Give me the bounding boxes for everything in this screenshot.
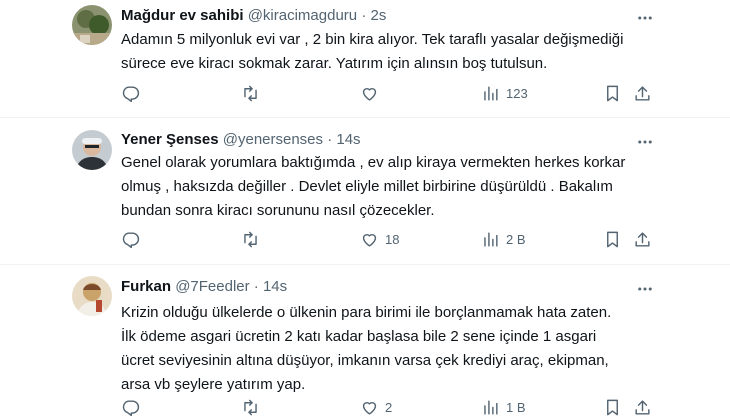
views-count: 1 B xyxy=(506,400,526,415)
reply-button[interactable] xyxy=(121,84,146,103)
more-icon[interactable] xyxy=(636,133,654,151)
heart-icon xyxy=(362,88,377,101)
reply-button[interactable] xyxy=(121,398,146,417)
tweet-header: Furkan @7Feedler · 14s xyxy=(121,277,287,297)
tweet-header: Yener Şenses @yenersenses · 14s xyxy=(121,130,361,150)
share-icon xyxy=(635,86,650,101)
bookmark-button[interactable] xyxy=(603,230,622,249)
reply-icon xyxy=(122,400,140,417)
retweet-button[interactable] xyxy=(241,230,266,249)
bookmark-button[interactable] xyxy=(603,84,622,103)
tweet-actions: 18 2 B xyxy=(121,230,661,250)
separator: · xyxy=(253,278,259,295)
tweet[interactable]: Yener Şenses @yenersenses · 14s Genel ol… xyxy=(0,118,730,264)
like-count: 18 xyxy=(385,232,400,247)
views-button[interactable]: 1 B xyxy=(481,398,526,417)
like-count: 2 xyxy=(385,400,393,415)
user-handle[interactable]: @kiracimagduru xyxy=(248,7,357,24)
views-icon xyxy=(484,400,498,415)
retweet-icon xyxy=(244,399,257,416)
separator: · xyxy=(361,7,367,24)
avatar[interactable] xyxy=(72,130,112,170)
reply-button[interactable] xyxy=(121,230,146,249)
like-button[interactable]: 2 xyxy=(360,398,392,417)
avatar[interactable] xyxy=(72,5,112,45)
retweet-button[interactable] xyxy=(241,398,266,417)
user-name[interactable]: Yener Şenses xyxy=(121,131,219,148)
views-count: 123 xyxy=(506,86,528,101)
share-button[interactable] xyxy=(633,84,652,103)
user-name[interactable]: Mağdur ev sahibi xyxy=(121,7,244,24)
views-button[interactable]: 123 xyxy=(481,84,528,103)
views-icon xyxy=(484,232,498,247)
more-icon[interactable] xyxy=(636,280,654,298)
tweet[interactable]: Furkan @7Feedler · 14s Krizin olduğu ülk… xyxy=(0,265,730,420)
tweet-text: Krizin olduğu ülkelerde o ülkenin para b… xyxy=(121,304,612,393)
tweet-actions: 123 xyxy=(121,84,661,104)
separator: · xyxy=(327,131,333,148)
timestamp[interactable]: 14s xyxy=(336,131,360,148)
more-icon[interactable] xyxy=(636,9,654,27)
user-name[interactable]: Furkan xyxy=(121,278,171,295)
user-handle[interactable]: @7Feedler xyxy=(175,278,249,295)
retweet-icon xyxy=(244,231,257,248)
heart-icon xyxy=(362,402,377,415)
share-button[interactable] xyxy=(633,230,652,249)
retweet-button[interactable] xyxy=(241,84,266,103)
views-button[interactable]: 2 B xyxy=(481,230,526,249)
share-icon xyxy=(635,400,650,415)
user-handle[interactable]: @yenersenses xyxy=(223,131,323,148)
bookmark-icon xyxy=(607,399,618,416)
like-button[interactable]: 18 xyxy=(360,230,399,249)
timestamp[interactable]: 2s xyxy=(370,7,386,24)
views-icon xyxy=(484,86,498,101)
bookmark-button[interactable] xyxy=(603,398,622,417)
tweet-text: Genel olarak yorumlara baktığımda , ev a… xyxy=(121,154,626,219)
bookmark-icon xyxy=(607,231,618,248)
views-count: 2 B xyxy=(506,232,526,247)
share-icon xyxy=(635,232,650,247)
timestamp[interactable]: 14s xyxy=(263,278,287,295)
retweet-icon xyxy=(244,85,257,102)
bookmark-icon xyxy=(607,85,618,102)
share-button[interactable] xyxy=(633,398,652,417)
like-button[interactable] xyxy=(360,84,385,103)
reply-icon xyxy=(122,232,140,249)
tweet-actions: 2 1 B xyxy=(121,398,661,418)
tweet-text: Adamın 5 milyonluk evi var , 2 bin kira … xyxy=(121,31,624,72)
tweet[interactable]: Mağdur ev sahibi @kiracimagduru · 2s Ada… xyxy=(0,0,730,117)
reply-icon xyxy=(122,86,140,103)
heart-icon xyxy=(362,234,377,247)
tweet-header: Mağdur ev sahibi @kiracimagduru · 2s xyxy=(121,6,386,26)
avatar[interactable] xyxy=(72,276,112,316)
